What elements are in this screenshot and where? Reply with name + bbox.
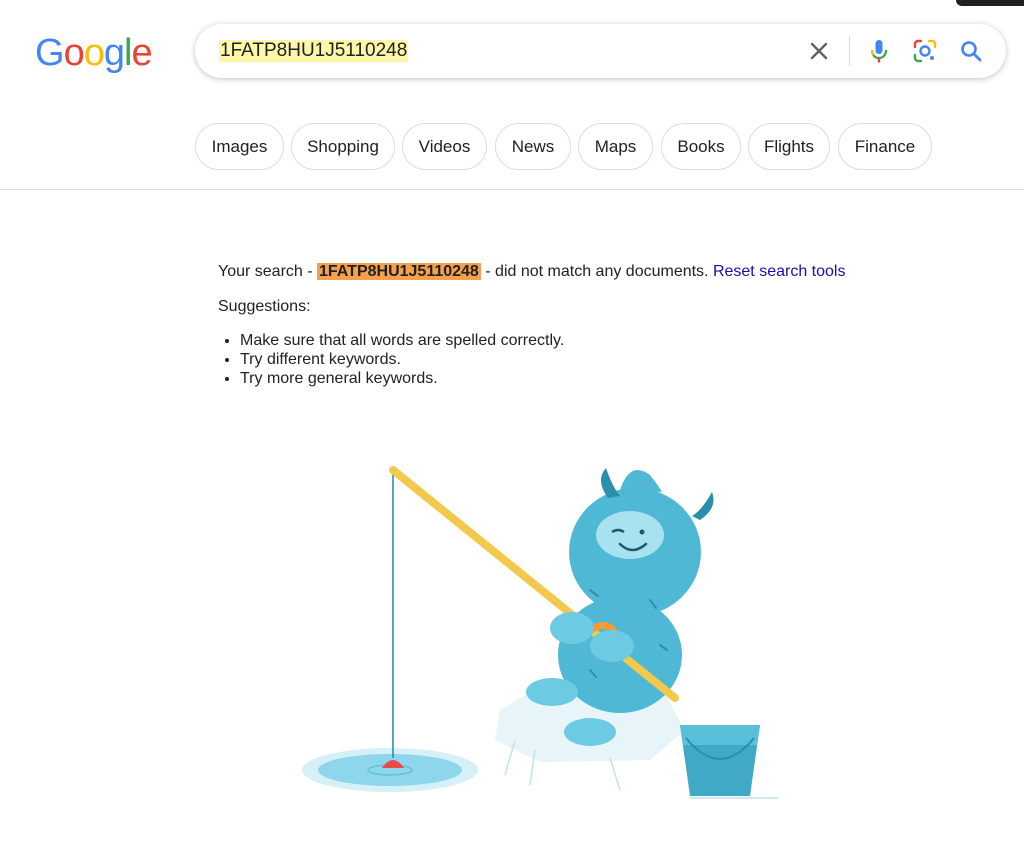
header-divider (0, 189, 1024, 190)
suggestions-heading: Suggestions: (218, 298, 311, 315)
google-logo[interactable]: Google (35, 32, 153, 75)
tab-flights[interactable]: Flights (748, 123, 830, 170)
tab-videos[interactable]: Videos (402, 123, 487, 170)
logo-letter: g (103, 32, 125, 74)
mic-icon (870, 40, 888, 63)
camera-lens-icon (913, 39, 937, 63)
tab-shopping[interactable]: Shopping (291, 123, 395, 170)
no-results-suffix: - did not match any documents. (480, 263, 713, 280)
no-results-message: Your search - 1FATP8HU1J5110248 - did no… (218, 262, 845, 282)
no-results-prefix: Your search - (218, 263, 318, 280)
yeti-horn-right (692, 492, 714, 520)
suggestion-item: Make sure that all words are spelled cor… (240, 331, 564, 350)
search-input[interactable]: 1FATP8HU1J5110248 (219, 40, 409, 62)
tab-books[interactable]: Books (661, 123, 741, 170)
tab-news[interactable]: News (495, 123, 571, 170)
suggestions-list: Make sure that all words are spelled cor… (218, 331, 564, 388)
tab-finance[interactable]: Finance (838, 123, 932, 170)
lens-search-button[interactable] (911, 37, 939, 65)
voice-search-button[interactable] (865, 37, 893, 65)
tab-images[interactable]: Images (195, 123, 284, 170)
fishing-yeti-illustration (302, 466, 778, 799)
clear-search-button[interactable] (805, 37, 833, 65)
yeti-foot (526, 678, 578, 706)
reset-search-tools-link[interactable]: Reset search tools (713, 263, 846, 280)
suggestion-item: Try different keywords. (240, 350, 564, 369)
logo-letter: e (131, 32, 152, 74)
yeti-foot (564, 718, 616, 746)
logo-letter: o (83, 32, 105, 74)
yeti-tuft (620, 470, 662, 492)
yeti-face (596, 511, 664, 559)
logo-letter: G (35, 32, 65, 74)
ice-hole-water (318, 754, 462, 786)
yeti-arm (550, 612, 594, 644)
bucket-rim (680, 725, 760, 745)
searched-query: 1FATP8HU1J5110248 (317, 263, 481, 280)
search-submit-button[interactable] (957, 37, 985, 65)
yeti-eye-dot (639, 529, 645, 535)
tab-maps[interactable]: Maps (578, 123, 653, 170)
yeti-arm (590, 630, 634, 662)
search-box-divider (849, 36, 850, 66)
search-box[interactable]: 1FATP8HU1J5110248 (195, 24, 1006, 78)
yeti-horn-left (600, 468, 620, 498)
close-icon (810, 42, 828, 60)
window-corner-bar (956, 0, 1024, 6)
search-icon (961, 41, 982, 62)
logo-letter: o (63, 32, 85, 74)
suggestion-item: Try more general keywords. (240, 369, 564, 388)
